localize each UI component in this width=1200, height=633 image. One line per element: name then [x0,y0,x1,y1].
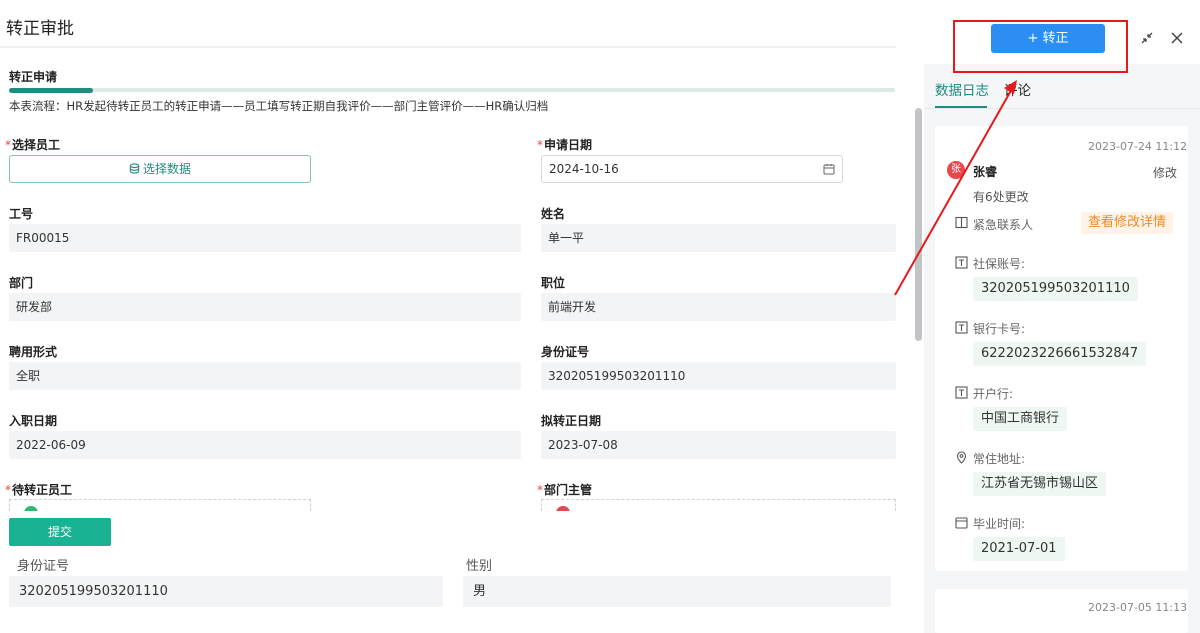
tab-comments[interactable]: 评论 [1004,79,1031,99]
flow-description: 本表流程：HR发起待转正员工的转正申请——员工填写转正期自我评价——部门主管评价… [9,99,549,113]
app-root: 转正审批 转正申请 本表流程：HR发起待转正员工的转正申请——员工填写转正期自我… [0,0,1200,633]
dept-manager-label: *部门主管 [537,483,593,497]
pending-employee-label: *待转正员工 [5,483,73,497]
calendar-icon [823,164,835,175]
field-label-position: 职位 [541,276,566,290]
text-field-icon [955,386,968,399]
log-time: 2023-07-05 11:13 [1088,601,1188,614]
section-bar-accent [9,88,93,93]
field-label-name: 姓名 [541,207,566,221]
log-item-label: 常住地址: [973,452,1026,466]
text-field-icon [955,256,968,269]
log-item-value: 2021-07-01 [973,537,1065,561]
text-field-icon [955,321,968,334]
bottom-section [0,511,896,633]
field-label-planned-date: 拟转正日期 [541,414,602,428]
page-title: 转正审批 [6,19,74,39]
scrollbar-thumb[interactable] [915,108,922,341]
log-changes: 有6处更改 [973,190,1029,204]
log-item-value: 6222023226661532847 [973,342,1147,366]
select-employee-label: *选择员工 [5,138,61,152]
field-label-employment-type: 聘用形式 [9,345,58,359]
field-id-number: 320205199503201110 [541,362,896,390]
apply-date-label: *申请日期 [537,138,593,152]
log-time: 2023-07-24 11:12 [1088,140,1188,153]
field-label-employee-id: 工号 [9,207,34,221]
close-icon[interactable] [1169,30,1185,46]
field-hire-date: 2022-06-09 [9,431,521,459]
field-employment-type: 全职 [9,362,521,390]
field-position: 前端开发 [541,293,896,321]
avatar: 张 [947,161,965,179]
calendar-icon [955,517,968,529]
pending-employee-picker[interactable] [9,499,311,511]
view-detail-link[interactable]: 查看修改详情 [1081,212,1173,234]
id-label: 身份证号 [17,559,70,574]
field-employee-id: FR00015 [9,224,521,252]
field-name: 单一平 [541,224,896,252]
tab-data-log[interactable]: 数据日志 [935,79,989,99]
emergency-contact-label: 紧急联系人 [973,218,1034,232]
id-value: 320205199503201110 [9,576,443,607]
dept-manager-picker[interactable] [541,499,896,511]
log-item-label: 开户行: [973,387,1014,401]
log-item-label: 社保账号: [973,257,1026,271]
tab-active-indicator [935,106,987,108]
field-department: 研发部 [9,293,521,321]
log-item-value: 江苏省无锡市锡山区 [973,472,1107,496]
apply-date-input[interactable]: 2024-10-16 [541,155,843,183]
field-planned-date: 2023-07-08 [541,431,896,459]
field-label-id-number: 身份证号 [541,345,590,359]
field-label-department: 部门 [9,276,34,290]
submit-button[interactable]: 提交 [9,518,111,546]
section-title: 转正申请 [9,70,58,84]
gender-label: 性别 [466,559,493,574]
log-action: 修改 [1153,166,1178,180]
database-icon [129,163,140,174]
log-item-value: 中国工商银行 [973,407,1068,431]
log-item-label: 银行卡号: [973,322,1026,336]
log-user: 张睿 [973,165,998,179]
gender-value: 男 [463,576,891,607]
book-icon [955,216,968,229]
tab-divider [924,108,1200,109]
form-panel: 转正审批 转正申请 本表流程：HR发起待转正员工的转正申请——员工填写转正期自我… [0,0,896,633]
field-label-hire-date: 入职日期 [9,414,58,428]
log-item-value: 320205199503201110 [973,277,1138,301]
log-item-label: 毕业时间: [973,517,1026,531]
title-divider [0,46,896,48]
collapse-icon[interactable] [1139,30,1155,46]
section-bar [9,88,895,92]
select-data-button[interactable]: 选择数据 [9,155,311,183]
location-icon [956,451,967,464]
highlight-box [953,20,1128,73]
